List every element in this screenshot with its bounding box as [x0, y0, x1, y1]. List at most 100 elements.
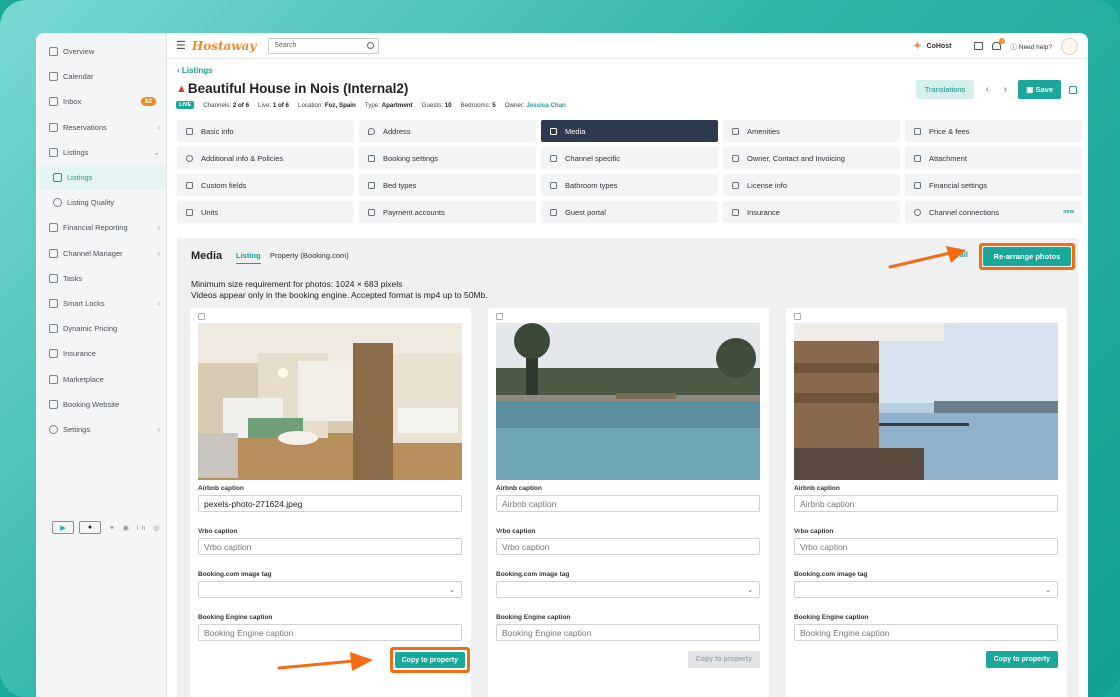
airbnb-caption-input[interactable]: pexels-photo-271624.jpeg: [198, 495, 462, 512]
bell-icon[interactable]: 3: [992, 38, 1006, 50]
breadcrumb[interactable]: ‹ Listings: [177, 66, 213, 75]
booking-image-tag-select[interactable]: ⌄: [794, 581, 1058, 598]
tab-media[interactable]: Media: [541, 120, 718, 142]
sidebar-item-insurance[interactable]: Insurance: [36, 341, 166, 366]
copy-to-property-button[interactable]: Copy to property: [389, 647, 470, 673]
vrbo-caption-input[interactable]: Vrbo caption: [198, 538, 462, 555]
page-title: ▲ Beautiful House in Nois (Internal2): [176, 81, 409, 96]
tab-channel-specific[interactable]: Channel specific: [541, 147, 718, 169]
vrbo-caption-input[interactable]: Vrbo caption: [496, 538, 760, 555]
sidebar-item-dynamic-pricing[interactable]: Dynamic Pricing: [36, 316, 166, 341]
chevron-left-icon: ‹: [157, 298, 160, 308]
sidebar-item-reservations[interactable]: Reservations ‹: [36, 115, 166, 140]
tab-additional-info[interactable]: Additional info & Policies: [177, 147, 354, 169]
photo-bedroom[interactable]: [198, 323, 462, 480]
tab-license-info[interactable]: License info: [723, 174, 900, 196]
menu-icon[interactable]: ☰: [176, 39, 186, 52]
airbnb-caption-input[interactable]: Airbnb caption: [496, 495, 760, 512]
booking-image-tag-select[interactable]: ⌄: [198, 581, 462, 598]
tab-payment-accounts[interactable]: Payment accounts: [359, 201, 536, 223]
owner-link[interactable]: Jessica Chan: [526, 102, 566, 109]
airbnb-caption-input[interactable]: Airbnb caption: [794, 495, 1058, 512]
google-play-icon[interactable]: ▶: [52, 521, 74, 534]
social-icons[interactable]: ✦ ◉ in ◎: [109, 524, 162, 532]
vrbo-caption-label: Vrbo caption: [496, 528, 536, 535]
tab-guest-portal[interactable]: Guest portal: [541, 201, 718, 223]
reservations-icon: [49, 122, 58, 132]
tab-insurance[interactable]: Insurance: [723, 201, 900, 223]
previous-listing-icon[interactable]: ‹: [982, 84, 992, 95]
sidebar-item-booking-website[interactable]: Booking Website: [36, 392, 166, 417]
tab-custom-fields[interactable]: Custom fields: [177, 174, 354, 196]
avatar[interactable]: [1061, 37, 1078, 55]
photo-select-checkbox[interactable]: [496, 313, 503, 320]
image-icon: [550, 127, 557, 135]
media-panel: Media Listing Property (Booking.com) all…: [177, 238, 1078, 697]
sidebar-item-financial-reporting[interactable]: Financial Reporting ‹: [36, 215, 166, 240]
translations-button[interactable]: Translations: [915, 80, 975, 99]
cohost-button[interactable]: ✦ CoHost: [913, 41, 951, 52]
tab-bathroom-types[interactable]: Bathroom types: [541, 174, 718, 196]
booking-engine-caption-input[interactable]: Booking Engine caption: [198, 624, 462, 641]
tab-units[interactable]: Units: [177, 201, 354, 223]
photo-select-checkbox[interactable]: [794, 313, 801, 320]
sidebar-item-channel-manager[interactable]: Channel Manager ‹: [36, 241, 166, 266]
edit-icon: [186, 181, 193, 189]
tab-price-fees[interactable]: Price & fees: [905, 120, 1082, 142]
copy-to-property-button[interactable]: Copy to property: [985, 651, 1058, 668]
sidebar-subitem-listing-quality[interactable]: Listing Quality: [36, 190, 166, 215]
rearrange-photos-button[interactable]: Re-arrange photos: [979, 243, 1075, 270]
live-badge: LIVE: [176, 101, 195, 109]
airbnb-caption-label: Airbnb caption: [198, 485, 244, 492]
building-icon: [186, 127, 193, 135]
booking-image-tag-select[interactable]: ⌄: [496, 581, 760, 598]
main-content: ‹ Listings ▲ Beautiful House in Nois (Int…: [167, 59, 1088, 697]
chevron-down-icon: ⌄: [153, 147, 160, 157]
tab-bed-types[interactable]: Bed types: [359, 174, 536, 196]
search-input[interactable]: Search: [268, 37, 380, 54]
tab-property-booking[interactable]: Property (Booking.com): [270, 251, 349, 260]
photo-pool[interactable]: [496, 323, 760, 480]
tab-financial-settings[interactable]: Financial settings: [905, 174, 1082, 196]
vrbo-caption-input[interactable]: Vrbo caption: [794, 538, 1058, 555]
copy-to-property-button[interactable]: Copy to property: [687, 651, 760, 668]
booking-engine-caption-input[interactable]: Booking Engine caption: [794, 624, 1058, 641]
booking-engine-caption-label: Booking Engine caption: [794, 614, 869, 621]
paperclip-icon: [914, 154, 921, 162]
info-icon: [186, 154, 193, 162]
booking-engine-caption-input[interactable]: Booking Engine caption: [496, 624, 760, 641]
gift-icon[interactable]: [974, 42, 984, 50]
tab-channel-connections[interactable]: Channel connections new: [905, 201, 1082, 223]
search-icon: [367, 41, 375, 49]
sidebar-item-inbox[interactable]: Inbox 82: [36, 89, 166, 114]
tab-attachment[interactable]: Attachment: [905, 147, 1082, 169]
sidebar-subitem-listings[interactable]: Listings: [40, 164, 166, 191]
select-all-link[interactable]: all: [960, 252, 968, 259]
sidebar-item-tasks[interactable]: Tasks: [36, 266, 166, 291]
calendar-icon[interactable]: [1069, 85, 1077, 94]
next-listing-icon[interactable]: ›: [1000, 84, 1010, 95]
sidebar-item-calendar[interactable]: Calendar: [36, 64, 166, 89]
sidebar-item-overview[interactable]: Overview: [36, 39, 166, 64]
pool-image: [496, 323, 760, 480]
amenities-icon: [732, 127, 739, 135]
sidebar-item-listings[interactable]: Listings ⌄: [36, 140, 166, 165]
save-button[interactable]: ▣ Save: [1018, 80, 1061, 99]
sidebar-item-settings[interactable]: Settings ‹: [36, 417, 166, 442]
money-icon: [49, 223, 58, 233]
logo[interactable]: Hostaway: [192, 39, 257, 53]
tab-listing[interactable]: Listing: [236, 251, 261, 264]
photo-lake-terrace[interactable]: [794, 323, 1058, 480]
apple-icon[interactable]: ●: [79, 521, 101, 534]
tab-amenities[interactable]: Amenities: [723, 120, 900, 142]
tab-address[interactable]: Address: [359, 120, 536, 142]
sidebar-item-smart-locks[interactable]: Smart Locks ‹: [36, 291, 166, 316]
help-link[interactable]: ⓘ Need help?: [1010, 41, 1052, 51]
tab-booking-settings[interactable]: Booking settings: [359, 147, 536, 169]
type-value: Apartment: [381, 101, 413, 109]
photo-select-checkbox[interactable]: [198, 313, 205, 320]
chevron-down-icon: ⌄: [747, 586, 753, 594]
tab-owner-contact[interactable]: Owner, Contact and Invoicing: [723, 147, 900, 169]
sidebar-item-marketplace[interactable]: Marketplace: [36, 366, 166, 391]
tab-basic-info[interactable]: Basic info: [177, 120, 354, 142]
